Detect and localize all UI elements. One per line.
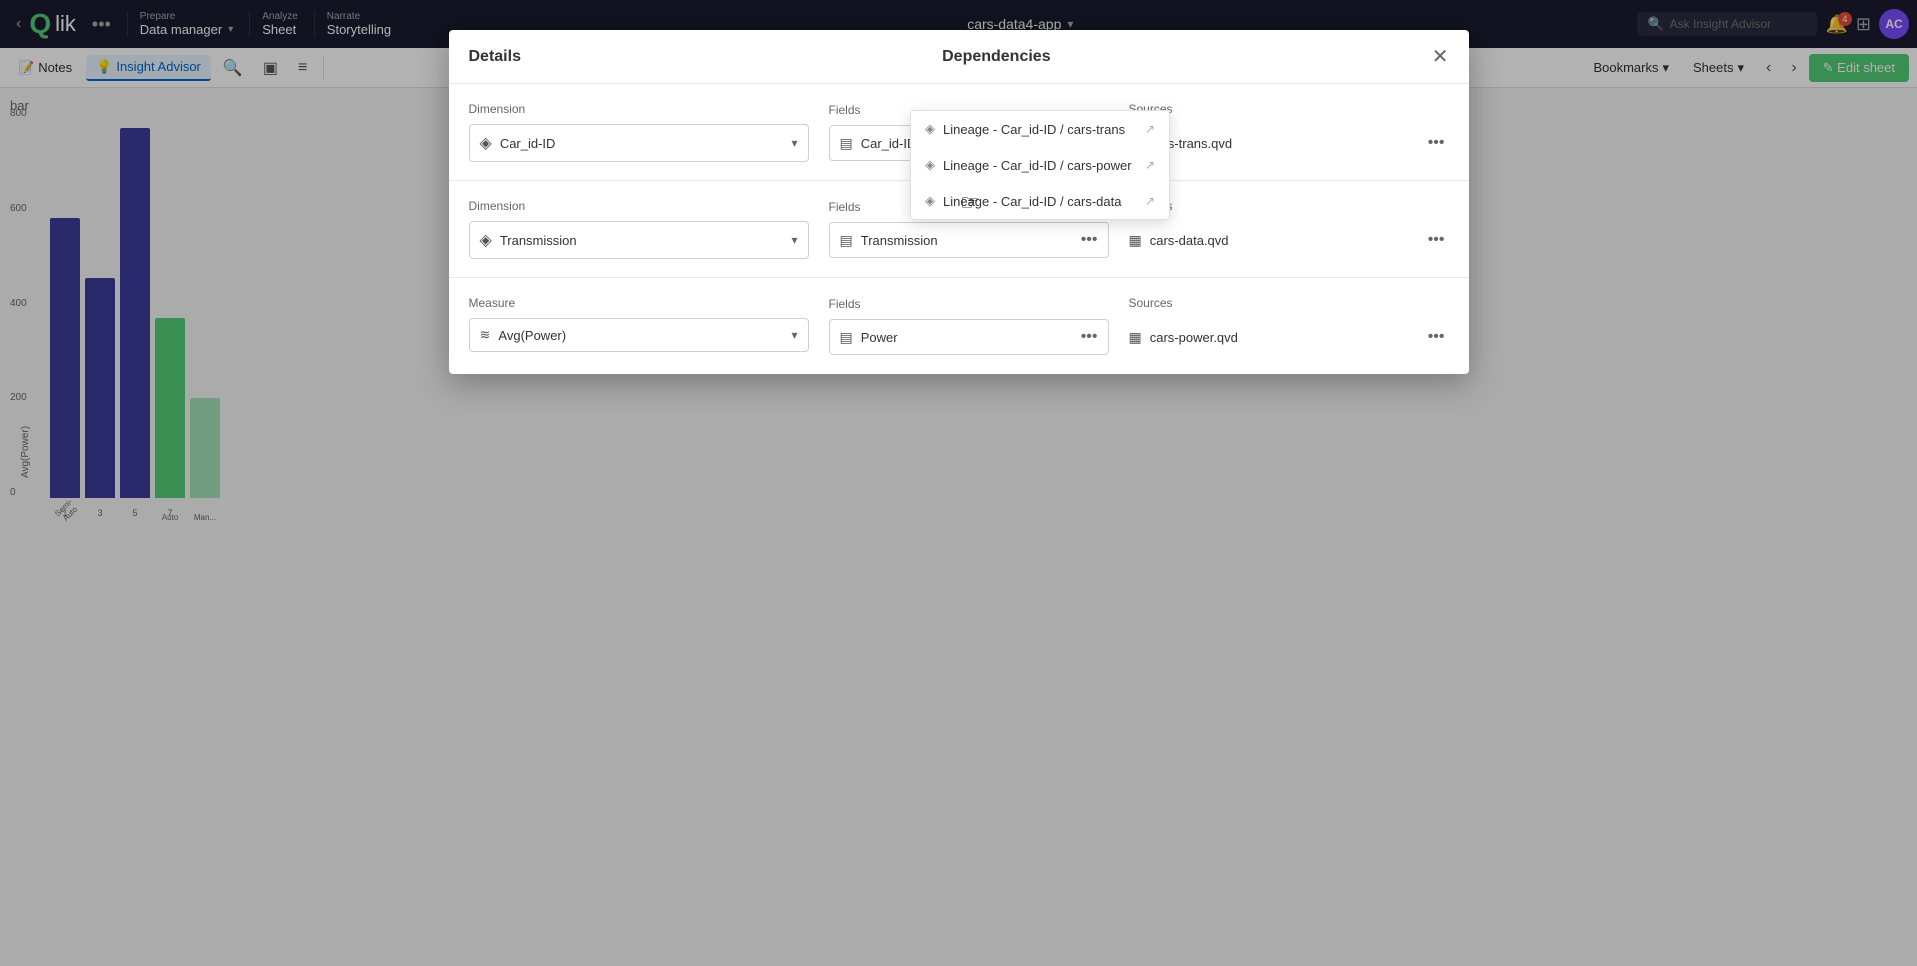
lineage-icon-1: ◈ [925, 121, 935, 137]
modal-title-dependencies: Dependencies [561, 48, 1432, 66]
external-link-icon-3: ↗ [1145, 194, 1155, 208]
source-box-3: ▦ cars-power.qvd ••• [1129, 318, 1449, 356]
external-link-icon-2: ↗ [1145, 158, 1155, 172]
fields-label-3: Fields [829, 297, 1109, 311]
selector-chevron-icon-3: ▾ [791, 328, 797, 342]
lineage-icon-3: ◈ [925, 193, 935, 209]
cars-data-label: cars-data.qvd [1150, 233, 1416, 248]
car-id-selector[interactable]: ◈ Car_id-ID ▾ [469, 124, 809, 162]
lineage-item-1[interactable]: ◈ Lineage - Car_id-ID / cars-trans ↗ [911, 111, 1169, 147]
source-more-button-2[interactable]: ••• [1424, 229, 1449, 251]
source-more-button-1[interactable]: ••• [1424, 132, 1449, 154]
car-id-label: Car_id-ID [500, 136, 784, 151]
source-table-icon-3: ▦ [1129, 329, 1142, 346]
modal-title-details: Details [469, 48, 521, 66]
modal-header: Details Dependencies ✕ [449, 30, 1469, 84]
selector-chevron-icon: ▾ [791, 136, 797, 150]
lineage-label-1: Lineage - Car_id-ID / cars-trans [943, 122, 1137, 137]
sources-label-2: Sources [1129, 199, 1449, 213]
modal-close-button[interactable]: ✕ [1432, 44, 1449, 69]
cars-trans-label: cars-trans.qvd [1150, 136, 1416, 151]
avg-power-selector[interactable]: ≋ Avg(Power) ▾ [469, 318, 809, 352]
fields3-col: Fields ▤ Power ••• [809, 296, 1109, 356]
meas-label-1: Measure [469, 296, 809, 310]
lineage-icon-2: ◈ [925, 157, 935, 173]
transmission-field-label: Transmission [861, 233, 1073, 248]
source-box-1: ▦ cars-trans.qvd ••• [1129, 124, 1449, 162]
field-table-icon-3: ▤ [840, 329, 853, 346]
power-field-box: ▤ Power ••• [829, 319, 1109, 355]
field-table-icon-2: ▤ [840, 232, 853, 249]
transmission-selector[interactable]: ◈ Transmission ▾ [469, 221, 809, 259]
sources3-col: Sources ▦ cars-power.qvd ••• [1109, 296, 1449, 356]
dim2-col: Dimension ◈ Transmission ▾ [469, 199, 809, 259]
lineage-label-3: Lineage - Car_id-ID / cars-data [943, 194, 1137, 209]
source-box-2: ▦ cars-data.qvd ••• [1129, 221, 1449, 259]
field-more-button-2[interactable]: ••• [1081, 231, 1098, 249]
lineage-item-3[interactable]: ◈ Lineage - Car_id-ID / cars-data ↗ [911, 183, 1169, 219]
field-table-icon: ▤ [840, 135, 853, 152]
selector-chevron-icon-2: ▾ [791, 233, 797, 247]
cube-icon-2: ◈ [480, 230, 492, 250]
transmission-field-box: ▤ Transmission ••• [829, 222, 1109, 258]
field-more-button-3[interactable]: ••• [1081, 328, 1098, 346]
measure-row-1: Measure ≋ Avg(Power) ▾ Fields ▤ Power ••… [449, 278, 1469, 374]
dim-label-2: Dimension [469, 199, 809, 213]
cube-icon: ◈ [480, 133, 492, 153]
transmission-label: Transmission [500, 233, 784, 248]
dim1-col: Dimension ◈ Car_id-ID ▾ [469, 102, 809, 162]
cars-power-label: cars-power.qvd [1150, 330, 1416, 345]
lineage-dropdown: ◈ Lineage - Car_id-ID / cars-trans ↗ ◈ L… [910, 110, 1170, 220]
dim-label-1: Dimension [469, 102, 809, 116]
measure-icon: ≋ [480, 327, 491, 343]
sources-label-1: Sources [1129, 102, 1449, 116]
power-field-label: Power [861, 330, 1073, 345]
avg-power-label: Avg(Power) [498, 328, 783, 343]
meas1-col: Measure ≋ Avg(Power) ▾ [469, 296, 809, 356]
source-more-button-3[interactable]: ••• [1424, 326, 1449, 348]
external-link-icon-1: ↗ [1145, 122, 1155, 136]
sources-label-3: Sources [1129, 296, 1449, 310]
source-table-icon-2: ▦ [1129, 232, 1142, 249]
lineage-item-2[interactable]: ◈ Lineage - Car_id-ID / cars-power ↗ [911, 147, 1169, 183]
lineage-label-2: Lineage - Car_id-ID / cars-power [943, 158, 1137, 173]
